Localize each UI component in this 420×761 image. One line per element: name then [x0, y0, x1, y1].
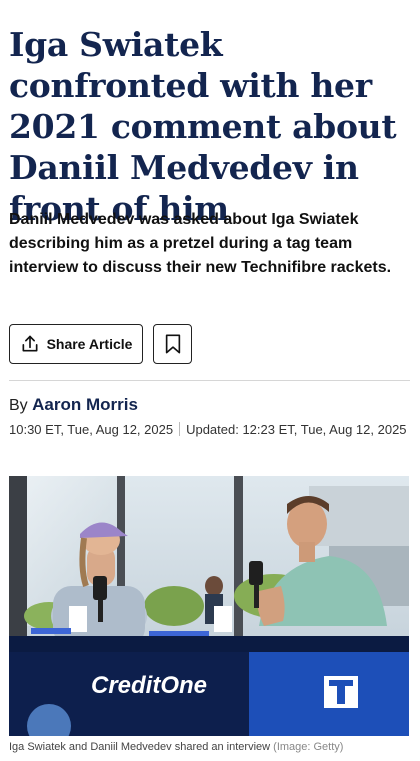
article-dates: 10:30 ET, Tue, Aug 12, 2025 Updated: 12:2… — [9, 421, 409, 439]
byline: By Aaron Morris — [9, 395, 138, 415]
share-button-label: Share Article — [46, 336, 133, 352]
interview-photo: CreditOne — [9, 476, 409, 736]
author-link[interactable]: Aaron Morris — [32, 395, 138, 414]
image-caption: Iga Swiatek and Daniil Medvedev shared a… — [9, 741, 343, 753]
article-dek: Daniil Medvedev was asked about Iga Swia… — [9, 211, 392, 276]
share-icon — [22, 335, 38, 352]
byline-divider — [9, 380, 410, 381]
published-date: 10:30 ET, Tue, Aug 12, 2025 — [9, 422, 174, 437]
bookmark-icon — [165, 334, 180, 354]
article-headline: Iga Swiatek confronted with her 2021 com… — [9, 25, 397, 228]
share-article-button[interactable]: Share Article — [9, 324, 143, 364]
article-hero-image: CreditOne — [9, 476, 409, 736]
byline-prefix: By — [9, 397, 28, 414]
desk-sponsor-logo: CreditOne — [91, 672, 207, 699]
updated-date: Updated: 12:23 ET, Tue, Aug 12, 2025 — [186, 422, 407, 437]
caption-text: Iga Swiatek and Daniil Medvedev shared a… — [9, 741, 271, 753]
bookmark-button[interactable] — [153, 324, 192, 364]
image-credit: (Image: Getty) — [273, 741, 344, 753]
date-separator — [179, 422, 181, 436]
